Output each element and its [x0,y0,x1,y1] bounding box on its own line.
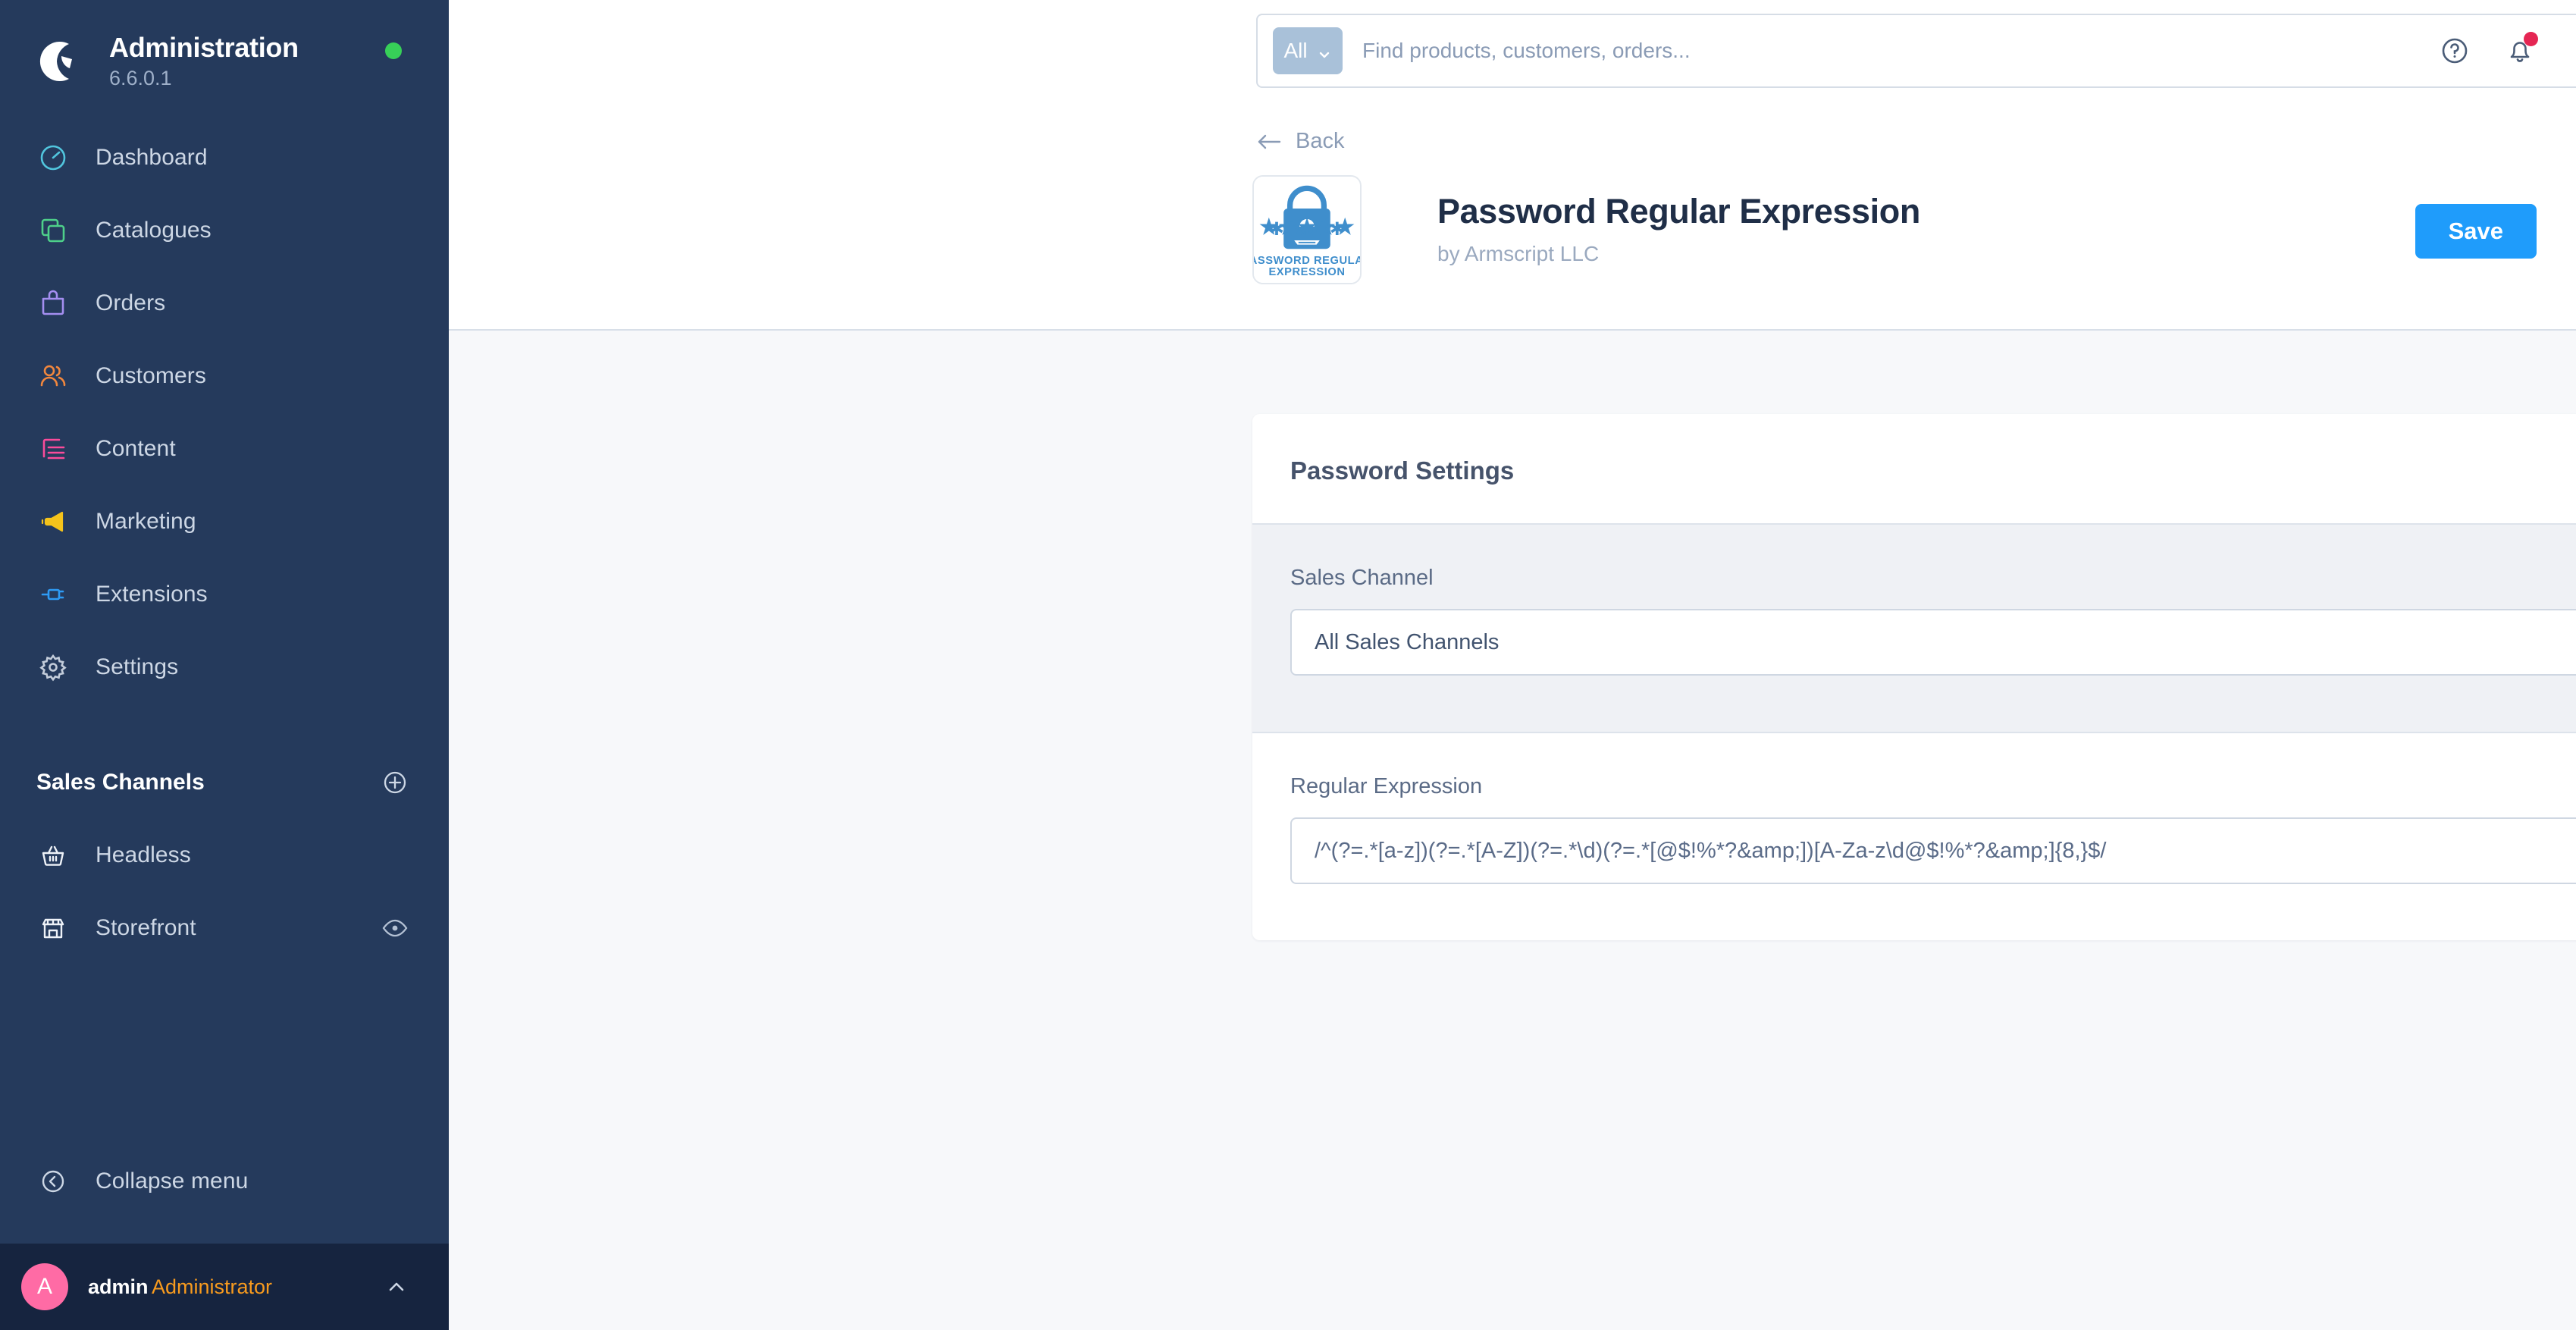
sidebar-item-extensions[interactable]: Extensions [0,558,449,631]
basket-icon [36,839,70,872]
regular-expression-field[interactable] [1290,817,2576,884]
sidebar-item-marketing[interactable]: Marketing [0,485,449,558]
content-icon [36,432,70,466]
sidebar-item-content[interactable]: Content [0,412,449,485]
customers-icon [36,359,70,393]
sales-channel-section: Sales Channel All Sales Channels [1252,525,2576,733]
collapse-menu-label: Collapse menu [96,1168,249,1194]
sidebar-item-settings[interactable]: Settings [0,631,449,704]
sidebar-item-label: Dashboard [96,145,208,170]
sidebar-brand[interactable]: Administration 6.6.0.1 [0,0,449,91]
sidebar-item-label: Settings [96,654,179,679]
sidebar-item-label: Storefront [96,915,196,940]
chevron-left-circle-icon [36,1165,70,1198]
card-title: Password Settings [1290,456,1515,485]
svg-text:PASSWORD REGULAR: PASSWORD REGULAR [1254,255,1360,267]
bell-icon[interactable] [2503,32,2538,67]
sales-channel-label: Sales Channel [1290,566,1434,590]
sales-channel-value: All Sales Channels [1315,629,1500,654]
search-input[interactable] [1362,39,2576,63]
brand-title: Administration [109,32,299,63]
sidebar-item-label: Headless [96,842,191,867]
page-header: Back ★★★★★ ✱✱✱✱✱ PASSWORD REGULAR [449,102,2576,331]
sales-channels-title: Sales Channels [36,770,205,795]
card-header: Password Settings [1252,414,2576,525]
chevron-up-icon [384,1274,409,1300]
search-scope-selector[interactable]: All [1273,27,1343,74]
arrow-left-icon [1256,131,1282,152]
user-role: Administrator [151,1275,273,1298]
eye-icon[interactable] [381,914,409,943]
topbar-actions [2438,0,2538,102]
collapse-menu-button[interactable]: Collapse menu [0,1145,449,1218]
sidebar-item-orders[interactable]: Orders [0,267,449,340]
sidebar-item-label: Catalogues [96,218,212,243]
catalogues-icon [36,214,70,247]
user-profile-button[interactable]: A admin Administrator [0,1244,449,1330]
regular-expression-input[interactable] [1315,838,2576,864]
sidebar-item-dashboard[interactable]: Dashboard [0,121,449,194]
sidebar-item-catalogues[interactable]: Catalogues [0,194,449,267]
notification-badge [2524,32,2538,46]
sidebar-item-label: Content [96,436,176,461]
plus-circle-icon[interactable] [381,768,409,797]
page-content: Password Settings Sales Channel All Sale… [449,331,2576,1330]
svg-text:EXPRESSION: EXPRESSION [1268,266,1345,278]
shopware-logo-icon [36,36,86,86]
svg-text:✱✱✱✱✱: ✱✱✱✱✱ [1269,218,1345,240]
settings-icon [36,651,70,684]
sidebar-nav: Dashboard Catalogues Orders Customers Co… [0,121,449,704]
storefront-icon [36,911,70,945]
sidebar: Administration 6.6.0.1 Dashboard Catalog… [0,0,449,1330]
sidebar-item-storefront[interactable]: Storefront [0,892,449,965]
extensions-icon [36,578,70,611]
sidebar-item-label: Extensions [96,582,208,607]
sidebar-item-label: Customers [96,363,206,388]
sidebar-item-label: Marketing [96,509,196,534]
sales-channel-select[interactable]: All Sales Channels [1290,609,2576,676]
page-header-row: ★★★★★ ✱✱✱✱✱ PASSWORD REGULAR EXPRESSION … [449,154,2576,284]
search-scope-label: All [1283,39,1308,62]
password-regular-expression-logo: ★★★★★ ✱✱✱✱✱ PASSWORD REGULAR EXPRESSION [1252,175,1362,284]
back-label: Back [1296,129,1345,153]
topbar: All [449,0,2576,102]
page-subtitle: by Armscript LLC [1437,242,1600,265]
app-root: Administration 6.6.0.1 Dashboard Catalog… [0,0,2576,1330]
sidebar-item-headless[interactable]: Headless [0,819,449,892]
avatar: A [21,1263,68,1310]
regular-expression-section: Regular Expression [1252,733,2576,940]
password-settings-card: Password Settings Sales Channel All Sale… [1252,414,2576,940]
page-title: Password Regular Expression [1437,192,1920,231]
global-search-bar[interactable]: All [1256,14,2576,88]
sidebar-item-customers[interactable]: Customers [0,340,449,412]
sales-channels-section-header: Sales Channels [0,746,449,819]
status-indicator-dot [385,42,402,59]
back-button[interactable]: Back [449,102,1344,154]
user-name: admin [88,1275,149,1298]
chevron-down-icon [1317,43,1332,58]
regular-expression-label: Regular Expression [1290,774,1483,798]
page-titles: Password Regular Expression by Armscript… [1437,175,2415,266]
main-area: All Find products, customers, orders... … [449,0,2576,1330]
brand-version: 6.6.0.1 [109,67,172,89]
question-circle-icon[interactable] [2438,34,2471,67]
save-button[interactable]: Save [2415,204,2537,259]
dashboard-icon [36,141,70,174]
sidebar-item-label: Orders [96,290,166,315]
orders-icon [36,287,70,320]
marketing-icon [36,505,70,538]
